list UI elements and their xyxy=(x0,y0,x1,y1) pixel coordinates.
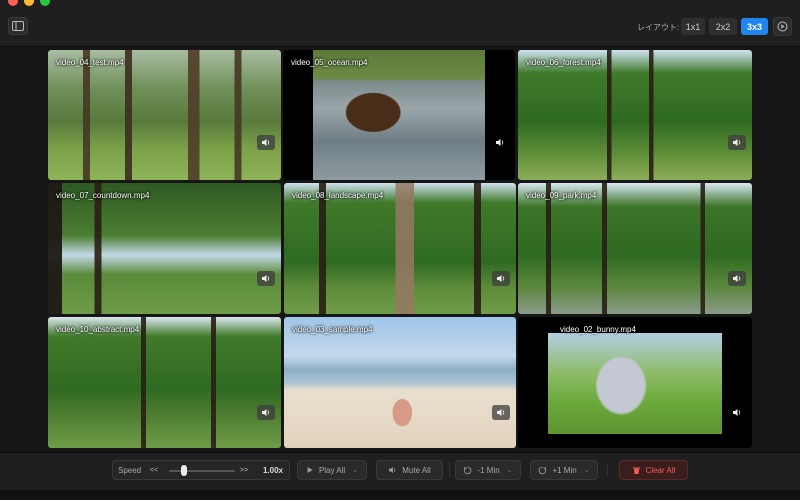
video-title: video_10_abstract.mp4 xyxy=(56,325,140,334)
video-title: video_03_sample.mp4 xyxy=(292,325,373,334)
mute-toggle-button[interactable] xyxy=(257,405,275,420)
speaker-icon xyxy=(733,275,741,282)
minus-one-minute-label: -1 Min xyxy=(477,465,500,475)
speaker-icon xyxy=(389,466,396,474)
toolbar-divider xyxy=(449,463,450,477)
chevron-down-icon: ⌄ xyxy=(583,467,590,474)
speed-down-button[interactable]: << xyxy=(147,464,161,476)
speaker-icon xyxy=(733,409,741,416)
video-tile[interactable]: video_06_forest.mp4 xyxy=(518,50,752,180)
layout-label: レイアウト: xyxy=(637,23,680,32)
sidebar-toggle-icon xyxy=(12,21,24,31)
layout-1x1-button[interactable]: 1x1 xyxy=(681,18,705,35)
speaker-icon xyxy=(497,409,505,416)
play-circle-icon xyxy=(777,21,788,32)
mute-toggle-button[interactable] xyxy=(728,405,746,420)
video-frame xyxy=(48,50,281,180)
minus-one-minute-button[interactable]: -1 Min ⌄ xyxy=(455,460,521,480)
mute-toggle-button[interactable] xyxy=(491,135,509,150)
rotate-cw-icon xyxy=(539,466,547,474)
speed-label: Speed xyxy=(118,466,142,475)
mute-toggle-button[interactable] xyxy=(492,271,510,286)
plus-one-minute-label: +1 Min xyxy=(552,465,577,475)
video-title: video_08_landscape.mp4 xyxy=(292,191,384,200)
mute-toggle-button[interactable] xyxy=(492,405,510,420)
video-frame xyxy=(548,333,722,434)
rotate-ccw-icon xyxy=(464,466,472,474)
speaker-icon xyxy=(496,139,504,146)
speed-slider[interactable] xyxy=(169,465,235,476)
trash-icon xyxy=(632,467,640,474)
video-frame xyxy=(284,183,516,314)
title-bar: レイアウト: 1x1 2x2 3x3 xyxy=(0,0,800,47)
speaker-icon xyxy=(262,409,270,416)
video-title: video_02_bunny.mp4 xyxy=(560,325,636,334)
video-frame xyxy=(284,317,516,448)
playback-options-button[interactable] xyxy=(773,17,792,36)
speed-value: 1.00x xyxy=(262,466,283,475)
toolbar-divider xyxy=(607,463,608,477)
close-window-button[interactable] xyxy=(8,0,18,6)
minimize-window-button[interactable] xyxy=(24,0,34,6)
speaker-icon xyxy=(262,139,270,146)
video-frame xyxy=(518,50,752,180)
window-controls xyxy=(8,0,50,6)
mute-toggle-button[interactable] xyxy=(728,135,746,150)
speed-control: Speed << >> 1.00x xyxy=(112,460,290,480)
mute-toggle-button[interactable] xyxy=(728,271,746,286)
chevron-down-icon: ⌄ xyxy=(352,467,359,474)
speaker-icon xyxy=(733,139,741,146)
speed-up-button[interactable]: >> xyxy=(237,464,251,476)
mute-all-label: Mute All xyxy=(402,465,431,475)
video-tile[interactable]: video_05_ocean.mp4 xyxy=(283,50,515,180)
video-title: video_07_countdown.mp4 xyxy=(56,191,150,200)
zoom-window-button[interactable] xyxy=(40,0,50,6)
video-tile[interactable]: video_03_sample.mp4 xyxy=(284,317,516,448)
video-tile[interactable]: video_09_park.mp4 xyxy=(518,183,752,314)
video-tile[interactable]: video_08_landscape.mp4 xyxy=(284,183,516,314)
mute-toggle-button[interactable] xyxy=(257,271,275,286)
video-tile[interactable]: video_10_abstract.mp4 xyxy=(48,317,281,448)
video-tile[interactable]: video_07_countdown.mp4 xyxy=(48,183,281,314)
video-title: video_05_ocean.mp4 xyxy=(291,58,368,67)
video-frame xyxy=(48,183,281,314)
window-bottom-edge xyxy=(0,490,800,500)
play-all-button[interactable]: Play All ⌄ xyxy=(297,460,367,480)
clear-all-label: Clear All xyxy=(645,465,676,475)
video-grid: video_04_test.mp4 video_05_ocean.mp4 vid… xyxy=(48,50,752,448)
mute-all-button[interactable]: Mute All xyxy=(376,460,443,480)
plus-one-minute-button[interactable]: +1 Min ⌄ xyxy=(530,460,598,480)
video-title: video_04_test.mp4 xyxy=(56,58,124,67)
layout-2x2-button[interactable]: 2x2 xyxy=(709,18,737,35)
speaker-icon xyxy=(497,275,505,282)
clear-all-button[interactable]: Clear All xyxy=(619,460,688,480)
sidebar-toggle-button[interactable] xyxy=(8,17,28,35)
video-title: video_06_forest.mp4 xyxy=(526,58,601,67)
video-title: video_09_park.mp4 xyxy=(526,191,597,200)
layout-3x3-button[interactable]: 3x3 xyxy=(741,18,768,35)
speed-slider-thumb[interactable] xyxy=(181,465,187,476)
speaker-icon xyxy=(262,275,270,282)
video-frame xyxy=(313,50,485,180)
video-tile[interactable]: video_02_bunny.mp4 xyxy=(518,317,752,448)
chevron-down-icon: ⌄ xyxy=(506,467,513,474)
mute-toggle-button[interactable] xyxy=(257,135,275,150)
video-frame xyxy=(48,317,281,448)
play-icon xyxy=(307,467,313,473)
video-frame xyxy=(518,183,752,314)
video-tile[interactable]: video_04_test.mp4 xyxy=(48,50,281,180)
play-all-label: Play All xyxy=(318,465,346,475)
